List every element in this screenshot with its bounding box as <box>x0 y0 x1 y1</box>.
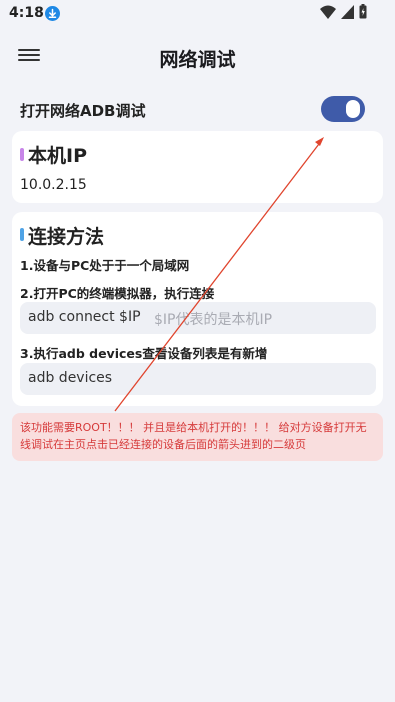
wifi-icon <box>320 4 336 23</box>
ip-card: 本机IP 10.0.2.15 <box>12 131 383 203</box>
ip-card-title: 本机IP <box>28 145 87 167</box>
method-card-accent-bar <box>20 228 24 241</box>
download-notification-icon <box>45 6 60 21</box>
adb-connect-command: adb connect $IP <box>28 309 141 325</box>
adb-toggle-label: 打开网络ADB调试 <box>20 102 146 120</box>
step-2-text: 2.打开PC的终端模拟器，执行连接 <box>20 286 215 301</box>
adb-devices-command-field[interactable]: adb devices <box>20 363 376 395</box>
root-warning-banner: 该功能需要ROOT！！！ 并且是给本机打开的！！！ 给对方设备打开无线调试在主页… <box>12 413 383 461</box>
page-title: 网络调试 <box>159 49 236 71</box>
app-bar: 网络调试 <box>0 34 395 82</box>
local-ip-value: 10.0.2.15 <box>20 177 87 193</box>
switch-knob <box>346 100 360 118</box>
method-card-title: 连接方法 <box>28 226 105 248</box>
status-time: 4:18 <box>9 5 44 21</box>
connection-method-card: 连接方法 1.设备与PC处于于一个局域网 2.打开PC的终端模拟器，执行连接 a… <box>12 212 383 406</box>
cellular-signal-icon <box>341 4 354 23</box>
root-warning-text: 该功能需要ROOT！！！ 并且是给本机打开的！！！ 给对方设备打开无线调试在主页… <box>20 421 367 451</box>
adb-devices-command: adb devices <box>28 370 113 386</box>
battery-icon <box>359 3 367 23</box>
adb-toggle-row: 打开网络ADB调试 <box>20 96 365 124</box>
step-1-text: 1.设备与PC处于于一个局域网 <box>20 258 190 273</box>
adb-toggle-switch[interactable] <box>321 96 365 122</box>
step-3-text: 3.执行adb devices查看设备列表是有新增 <box>20 346 268 361</box>
adb-connect-hint: $IP代表的是本机IP <box>154 312 273 328</box>
adb-connect-command-field[interactable]: adb connect $IP $IP代表的是本机IP <box>20 302 376 334</box>
ip-card-accent-bar <box>20 148 24 161</box>
status-bar: 4:18 <box>0 0 395 28</box>
